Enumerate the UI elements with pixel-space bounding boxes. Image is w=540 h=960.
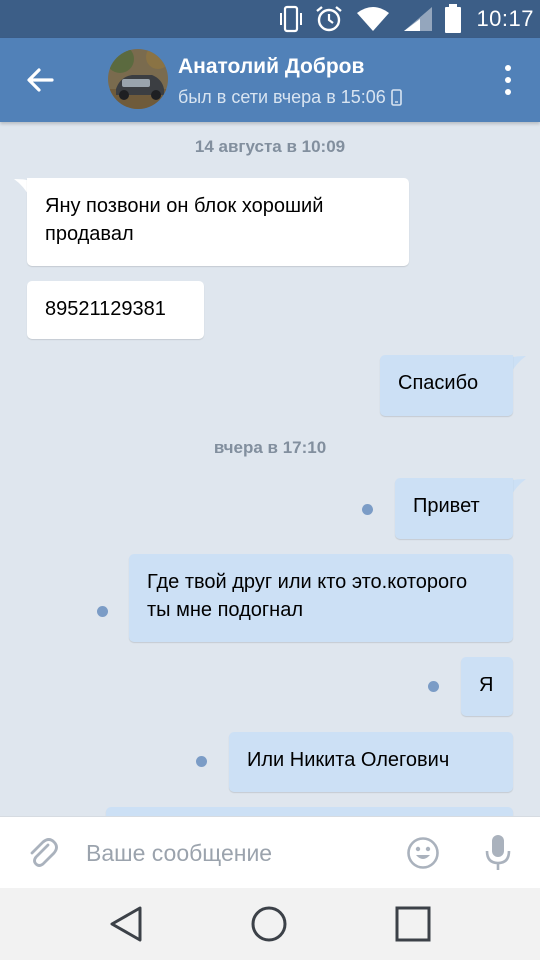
incoming-message[interactable]: 89521129381: [27, 281, 204, 339]
status-time: 10:17: [476, 6, 534, 31]
unread-indicator: [362, 504, 373, 515]
nav-recents-icon[interactable]: [393, 904, 433, 944]
more-options-icon[interactable]: [498, 62, 518, 98]
nav-home-icon[interactable]: [249, 904, 289, 944]
date-separator: 14 августа в 10:09: [194, 137, 346, 156]
status-bar: 10:17: [0, 0, 540, 38]
message-composer: [0, 816, 540, 888]
outgoing-message-partial[interactable]: [106, 807, 513, 816]
outgoing-message[interactable]: Привет: [395, 478, 513, 539]
outgoing-message[interactable]: Где твой друг или кто это.которого ты мн…: [129, 554, 513, 642]
battery-icon: [445, 4, 461, 33]
outgoing-message[interactable]: Я: [461, 657, 513, 716]
signal-icon: [404, 7, 432, 31]
last-seen-text: был в сети вчера в 15:06: [178, 87, 386, 107]
smiley-icon[interactable]: [406, 836, 440, 870]
incoming-message[interactable]: Яну позвони он блок хороший продавал: [27, 178, 409, 266]
unread-indicator: [196, 756, 207, 767]
back-arrow-icon[interactable]: [18, 58, 62, 102]
last-seen-status: был в сети вчера в 15:06: [178, 87, 402, 108]
message-list[interactable]: 14 августа в 10:09 Яну позвони он блок х…: [0, 122, 540, 816]
chat-header: Анатолий Добров был в сети вчера в 15:06: [0, 38, 540, 122]
nav-back-icon[interactable]: [106, 904, 146, 944]
date-separator: вчера в 17:10: [213, 438, 327, 457]
outgoing-message[interactable]: Или Никита Олегович: [229, 732, 513, 792]
phone-icon: [391, 89, 402, 106]
unread-indicator: [428, 681, 439, 692]
outgoing-message[interactable]: Спасибо: [380, 355, 513, 416]
wifi-icon: [357, 7, 389, 31]
avatar[interactable]: [108, 49, 168, 109]
alarm-icon: [316, 6, 342, 32]
paperclip-icon[interactable]: [24, 835, 60, 871]
message-input[interactable]: [86, 831, 386, 875]
unread-indicator: [97, 606, 108, 617]
vibrate-icon: [280, 5, 302, 33]
system-navigation-bar: [0, 888, 540, 960]
microphone-icon[interactable]: [484, 833, 512, 873]
contact-name[interactable]: Анатолий Добров: [178, 55, 364, 79]
